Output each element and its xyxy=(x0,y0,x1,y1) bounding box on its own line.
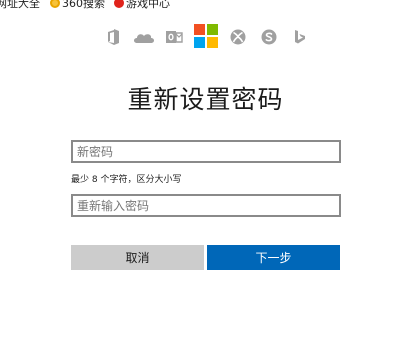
360-search-icon xyxy=(50,0,60,8)
password-hint: 最少 8 个字符，区分大小写 xyxy=(71,175,182,185)
bookmarks-bar: 网址大全 360搜索 游戏中心 xyxy=(0,0,419,10)
game-center-icon xyxy=(114,0,124,8)
microsoft-logo[interactable] xyxy=(194,24,218,48)
skype-icon xyxy=(260,28,278,46)
cancel-button[interactable]: 取消 xyxy=(71,245,204,270)
product-icons-row xyxy=(0,24,419,50)
bookmark-item[interactable]: 游戏中心 xyxy=(114,0,170,10)
new-password-input[interactable] xyxy=(71,140,341,163)
confirm-password-input[interactable] xyxy=(71,194,341,217)
bookmark-label: 360搜索 xyxy=(62,0,105,10)
office-icon xyxy=(104,28,122,46)
next-button[interactable]: 下一步 xyxy=(207,245,340,270)
xbox-icon xyxy=(229,28,247,46)
bookmark-item[interactable]: 360搜索 xyxy=(50,0,105,10)
outlook-icon xyxy=(165,28,183,46)
page-title: 重新设置密码 xyxy=(127,85,284,114)
bing-icon xyxy=(291,28,309,46)
bookmark-label: 游戏中心 xyxy=(126,0,170,10)
bookmark-item[interactable]: 网址大全 xyxy=(0,0,40,10)
onedrive-icon xyxy=(132,28,156,46)
bookmark-label: 网址大全 xyxy=(0,0,40,10)
